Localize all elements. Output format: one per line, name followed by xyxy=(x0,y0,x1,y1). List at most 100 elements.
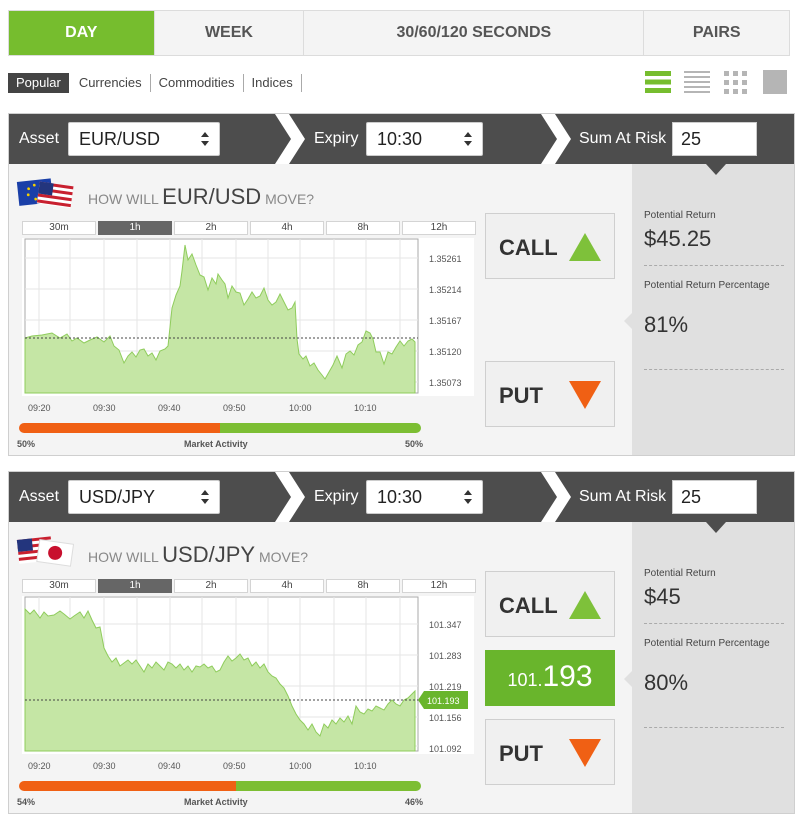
buy-activity xyxy=(220,423,421,433)
market-activity-label: Market Activity xyxy=(184,439,248,449)
timeframe-30m[interactable]: 30m xyxy=(22,579,96,593)
question-heading: HOW WILL USD/JPY MOVE? xyxy=(88,542,308,568)
buy-percentage: 46% xyxy=(405,797,424,807)
sell-percentage: 50% xyxy=(17,439,36,449)
timeframe-2h[interactable]: 2h xyxy=(174,579,248,593)
call-button[interactable]: CALL xyxy=(485,213,615,279)
price-main: 193 xyxy=(542,660,593,693)
divider xyxy=(644,623,784,624)
pointer-notch xyxy=(706,164,726,175)
x-tick: 09:20 xyxy=(28,761,51,771)
potential-return-label: Potential Return xyxy=(644,568,716,579)
timeframe-4h[interactable]: 4h xyxy=(250,221,324,235)
divider xyxy=(644,727,784,728)
tab-seconds[interactable]: 30/60/120 SECONDS xyxy=(304,11,645,55)
up-arrow-icon xyxy=(569,233,601,261)
return-percentage-value: 81% xyxy=(644,312,689,337)
trade-panel-usdjpy: Asset USD/JPY Expiry 10:30 Sum At Risk 2… xyxy=(8,471,795,814)
timeframe-2h[interactable]: 2h xyxy=(174,221,248,235)
chevron-right-icon xyxy=(275,472,305,522)
expiry-label: Expiry xyxy=(314,488,359,505)
chevron-right-icon xyxy=(275,114,305,164)
y-tick: 1.35214 xyxy=(429,285,462,295)
sum-at-risk-input[interactable]: 25 xyxy=(672,480,757,514)
tab-day[interactable]: DAY xyxy=(9,11,155,55)
put-label: PUT xyxy=(499,741,543,766)
current-price-display: 101.193 xyxy=(485,650,615,706)
single-icon[interactable] xyxy=(762,69,788,95)
filter-popular[interactable]: Popular xyxy=(8,73,69,93)
down-arrow-icon xyxy=(569,739,601,767)
return-percentage-value: 80% xyxy=(644,670,689,695)
potential-return-value: $45.25 xyxy=(644,226,712,251)
trade-settings-bar: Asset USD/JPY Expiry 10:30 Sum At Risk 2… xyxy=(9,472,794,522)
tab-pairs[interactable]: PAIRS xyxy=(644,11,789,55)
buy-activity xyxy=(236,781,421,791)
y-tick: 1.35120 xyxy=(429,347,462,357)
y-tick: 1.35261 xyxy=(429,254,462,264)
timeframe-12h[interactable]: 12h xyxy=(402,579,476,593)
asset-label: Asset xyxy=(19,130,60,147)
sum-at-risk-label: Sum At Risk xyxy=(579,130,667,147)
filter-indices[interactable]: Indices xyxy=(244,74,302,92)
x-tick: 09:30 xyxy=(93,403,116,413)
timeframe-1h[interactable]: 1h xyxy=(98,221,172,235)
price-chart: 101.193 xyxy=(22,596,474,754)
asset-select[interactable]: USD/JPY xyxy=(68,480,220,514)
x-tick: 09:30 xyxy=(93,761,116,771)
timeframe-8h[interactable]: 8h xyxy=(326,221,400,235)
category-filters: Popular Currencies Commodities Indices xyxy=(8,73,302,93)
list-compact-icon[interactable] xyxy=(684,69,710,95)
sell-activity xyxy=(19,423,220,433)
y-tick: 101.092 xyxy=(429,744,462,754)
market-activity-bar xyxy=(19,423,421,433)
us-japan-flag-icon xyxy=(16,536,74,567)
x-tick: 09:40 xyxy=(158,761,181,771)
list-large-icon[interactable] xyxy=(645,69,671,95)
asset-select[interactable]: EUR/USD xyxy=(68,122,220,156)
sum-at-risk-label: Sum At Risk xyxy=(579,488,667,505)
put-button[interactable]: PUT xyxy=(485,361,615,427)
timeframe-12h[interactable]: 12h xyxy=(402,221,476,235)
potential-return-label: Potential Return xyxy=(644,210,716,221)
question-post: MOVE? xyxy=(258,549,308,565)
buy-percentage: 50% xyxy=(405,439,424,449)
market-activity-bar xyxy=(19,781,421,791)
view-switcher xyxy=(645,69,788,95)
put-label: PUT xyxy=(499,383,543,408)
timeframe-1h[interactable]: 1h xyxy=(98,579,172,593)
pointer-notch xyxy=(624,669,634,689)
timeframe-4h[interactable]: 4h xyxy=(250,579,324,593)
return-info-panel: Potential Return $45.25 Potential Return… xyxy=(632,164,794,455)
expiry-select[interactable]: 10:30 xyxy=(366,480,483,514)
y-tick: 1.35073 xyxy=(429,378,462,388)
put-button[interactable]: PUT xyxy=(485,719,615,785)
current-price-tag-text: 101.193 xyxy=(427,696,460,706)
expiry-select[interactable]: 10:30 xyxy=(366,122,483,156)
grid-icon[interactable] xyxy=(723,69,749,95)
tab-week[interactable]: WEEK xyxy=(154,11,305,55)
x-tick: 10:00 xyxy=(289,761,312,771)
y-tick: 101.347 xyxy=(429,620,462,630)
timeframe-30m[interactable]: 30m xyxy=(22,221,96,235)
x-tick: 09:50 xyxy=(223,403,246,413)
x-tick: 10:10 xyxy=(354,761,377,771)
expiry-label: Expiry xyxy=(314,130,359,147)
filter-commodities[interactable]: Commodities xyxy=(151,74,244,92)
trade-settings-bar: Asset EUR/USD Expiry 10:30 Sum At Risk 2… xyxy=(9,114,794,164)
x-tick: 09:40 xyxy=(158,403,181,413)
sum-at-risk-input[interactable]: 25 xyxy=(672,122,757,156)
timeframe-tabs: 30m 1h 2h 4h 8h 12h xyxy=(22,579,478,593)
sell-percentage: 54% xyxy=(17,797,36,807)
filter-currencies[interactable]: Currencies xyxy=(71,74,151,92)
expiry-select-value: 10:30 xyxy=(377,487,423,507)
call-button[interactable]: CALL xyxy=(485,571,615,637)
period-tabs: DAY WEEK 30/60/120 SECONDS PAIRS xyxy=(8,10,790,56)
potential-return-value: $45 xyxy=(644,584,681,609)
updown-icon xyxy=(201,490,209,504)
timeframe-8h[interactable]: 8h xyxy=(326,579,400,593)
sell-activity xyxy=(19,781,237,791)
x-tick: 09:20 xyxy=(28,403,51,413)
question-pre: HOW WILL xyxy=(88,549,159,565)
asset-label: Asset xyxy=(19,488,60,505)
